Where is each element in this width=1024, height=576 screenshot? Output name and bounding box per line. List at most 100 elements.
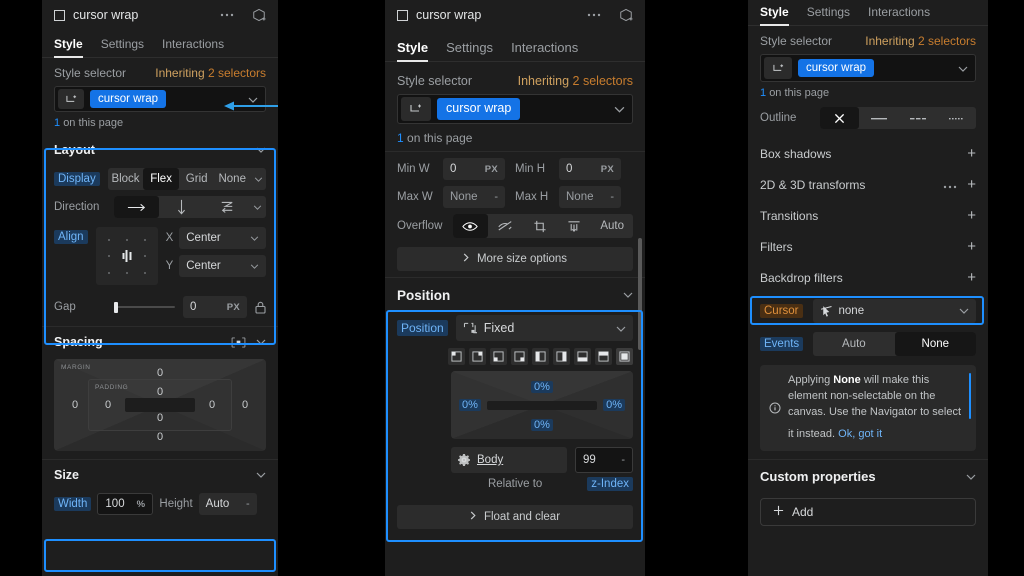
direction-chevron-down-icon[interactable] xyxy=(250,196,266,218)
lock-icon[interactable] xyxy=(255,301,266,314)
custom-properties-collapse-chevron-icon[interactable] xyxy=(966,474,976,480)
events-option-none[interactable]: None xyxy=(894,332,976,356)
selector-chip[interactable]: cursor wrap xyxy=(798,58,875,78)
relative-to-select[interactable]: Body xyxy=(451,447,567,473)
outline-dotted-icon[interactable] xyxy=(937,107,976,129)
tab-settings[interactable]: Settings xyxy=(101,37,144,57)
preset-top-left-icon[interactable] xyxy=(448,348,465,365)
panel2-selector-box[interactable]: cursor wrap xyxy=(397,94,633,124)
tab-interactions[interactable]: Interactions xyxy=(162,37,224,57)
float-and-clear-button[interactable]: Float and clear xyxy=(397,505,633,529)
display-chevron-down-icon[interactable] xyxy=(250,168,266,190)
tab-settings[interactable]: Settings xyxy=(446,40,493,61)
display-option-grid[interactable]: Grid xyxy=(179,168,215,190)
cursor-label[interactable]: Cursor xyxy=(760,304,803,318)
margin-right-value[interactable]: 0 xyxy=(232,399,258,411)
add-backdrop-filter-icon[interactable]: + xyxy=(967,270,976,285)
row-filters[interactable]: Filters + xyxy=(748,231,988,262)
panel3-tabs[interactable]: Style Settings Interactions xyxy=(748,0,988,26)
overflow-hidden-icon[interactable] xyxy=(488,214,523,238)
row-backdrop-filters[interactable]: Backdrop filters + xyxy=(748,262,988,293)
margin-top-value[interactable]: 0 xyxy=(62,367,258,379)
display-option-none[interactable]: None xyxy=(214,168,250,190)
chevron-down-icon[interactable] xyxy=(614,100,625,118)
position-collapse-chevron-icon[interactable] xyxy=(623,292,633,298)
height-input[interactable]: Auto - xyxy=(198,493,257,515)
row-box-shadows[interactable]: Box shadows + xyxy=(748,138,988,169)
position-preset-row[interactable] xyxy=(385,344,645,369)
position-offsets-widget[interactable]: 0% 0% 0% 0% xyxy=(451,371,633,439)
overflow-scroll-icon[interactable] xyxy=(522,214,557,238)
spacing-collapse-chevron-icon[interactable] xyxy=(256,339,266,345)
add-component-icon[interactable] xyxy=(619,8,633,22)
overflow-clip-icon[interactable] xyxy=(557,214,592,238)
padding-right-value[interactable]: 0 xyxy=(199,399,225,411)
overflow-auto-option[interactable]: Auto xyxy=(591,214,633,238)
inheriting-count[interactable]: 2 selectors xyxy=(573,74,633,88)
min-w-input[interactable]: 0 PX xyxy=(443,158,505,180)
ok-got-it-link[interactable]: Ok, got it xyxy=(838,427,882,443)
preset-top-icon[interactable] xyxy=(595,348,612,365)
position-label[interactable]: Position xyxy=(397,320,448,336)
position-header[interactable]: Position xyxy=(385,278,645,312)
preset-top-right-icon[interactable] xyxy=(469,348,486,365)
add-component-icon[interactable] xyxy=(252,8,266,22)
display-option-flex[interactable]: Flex xyxy=(143,168,179,190)
direction-segmented-control[interactable] xyxy=(114,196,266,218)
preset-left-icon[interactable] xyxy=(532,348,549,365)
spacing-widget[interactable]: MARGIN 0 0 PADDING 0 0 0 0 0 0 xyxy=(54,359,266,451)
panel2-tabs[interactable]: Style Settings Interactions xyxy=(385,30,645,62)
row-transitions[interactable]: Transitions + xyxy=(748,200,988,231)
padding-left-value[interactable]: 0 xyxy=(95,399,121,411)
panel2-element-header[interactable]: cursor wrap xyxy=(385,0,645,30)
offset-left-value[interactable]: 0% xyxy=(459,399,481,411)
events-segmented-control[interactable]: Auto None xyxy=(813,332,976,356)
outline-dashed-icon[interactable] xyxy=(898,107,937,129)
panel1-tabs[interactable]: Style Settings Interactions xyxy=(42,30,278,58)
padding-box[interactable]: PADDING 0 0 0 0 xyxy=(88,379,232,431)
offset-top-value[interactable]: 0% xyxy=(531,381,553,393)
preset-full-icon[interactable] xyxy=(616,348,633,365)
align-label[interactable]: Align xyxy=(54,230,88,244)
events-option-auto[interactable]: Auto xyxy=(813,332,894,356)
min-h-input[interactable]: 0 PX xyxy=(559,158,621,180)
row-transforms[interactable]: 2D & 3D transforms + xyxy=(748,169,988,200)
display-label[interactable]: Display xyxy=(54,172,100,186)
cursor-select[interactable]: none xyxy=(812,299,976,323)
direction-option-wrap-icon[interactable] xyxy=(205,196,250,218)
panel3-selector-box[interactable]: cursor wrap xyxy=(760,54,976,82)
preset-bottom-icon[interactable] xyxy=(574,348,591,365)
tab-settings[interactable]: Settings xyxy=(807,5,850,25)
gap-slider[interactable] xyxy=(114,296,175,318)
more-options-icon[interactable] xyxy=(587,13,601,17)
inheriting-count[interactable]: 2 selectors xyxy=(918,34,976,48)
tab-style[interactable]: Style xyxy=(397,40,429,62)
size-header[interactable]: Size xyxy=(42,460,278,490)
width-label[interactable]: Width xyxy=(54,497,92,511)
spacing-header[interactable]: Spacing xyxy=(42,327,278,357)
add-filter-icon[interactable]: + xyxy=(967,239,976,254)
preset-bottom-right-icon[interactable] xyxy=(511,348,528,365)
max-h-input[interactable]: None - xyxy=(559,186,621,208)
overflow-segmented-control[interactable]: Auto xyxy=(453,214,633,238)
display-option-block[interactable]: Block xyxy=(108,168,144,190)
collapse-chevron-icon[interactable] xyxy=(256,147,266,153)
element-tag-icon[interactable] xyxy=(401,97,431,121)
offset-right-value[interactable]: 0% xyxy=(603,399,625,411)
outline-segmented-control[interactable] xyxy=(820,107,976,129)
custom-properties-header[interactable]: Custom properties xyxy=(748,460,988,494)
outline-solid-icon[interactable] xyxy=(859,107,898,129)
panel2-scrollbar[interactable] xyxy=(638,238,642,350)
spacing-preview-icon[interactable] xyxy=(231,336,246,348)
offset-bottom-value[interactable]: 0% xyxy=(531,419,553,431)
info-card-scrollbar[interactable] xyxy=(969,373,971,419)
element-tag-icon[interactable] xyxy=(764,57,792,79)
align-x-select[interactable]: Center xyxy=(179,227,266,249)
more-size-options-button[interactable]: More size options xyxy=(397,247,633,271)
panel1-element-header[interactable]: cursor wrap xyxy=(42,0,278,30)
width-input[interactable]: 100 % xyxy=(97,493,154,515)
position-select[interactable]: Fixed xyxy=(455,315,633,341)
preset-bottom-left-icon[interactable] xyxy=(490,348,507,365)
add-custom-property-button[interactable]: Add xyxy=(760,497,976,526)
max-w-input[interactable]: None - xyxy=(443,186,505,208)
